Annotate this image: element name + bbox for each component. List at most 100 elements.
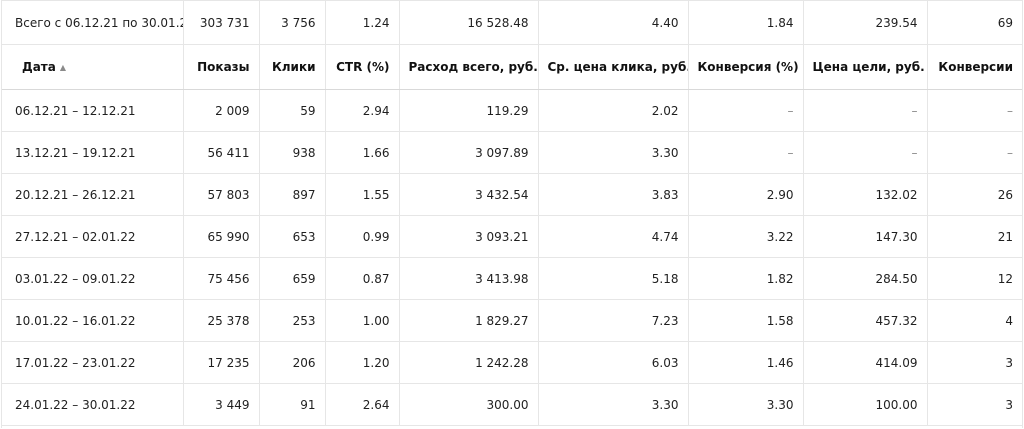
cell-impressions: 25 378 <box>183 299 260 342</box>
cell-spend: 1 829.27 <box>399 299 539 342</box>
cell-goal-cost: 100.00 <box>803 383 928 426</box>
cell-avg-cpc: 3.30 <box>538 131 689 174</box>
statistics-table-container: Всего с 06.12.21 по 30.01.22 303 731 3 7… <box>1 0 1023 428</box>
cell-clicks: 253 <box>259 299 326 342</box>
column-header-date-label: Дата <box>22 60 56 74</box>
cell-avg-cpc: 6.03 <box>538 341 689 384</box>
column-header-impressions[interactable]: Показы <box>183 44 260 90</box>
table-row: 24.01.22 – 30.01.22 3 449 91 2.64 300.00 3.30… <box>2 383 1022 426</box>
cell-date: 10.01.22 – 16.01.22 <box>2 299 184 342</box>
table-body: 06.12.21 – 12.12.21 2 009 59 2.94 119.29 2.02… <box>2 89 1022 426</box>
cell-conversions: 12 <box>927 257 1022 300</box>
column-header-clicks[interactable]: Клики <box>259 44 326 90</box>
column-header-spend[interactable]: Расход всего, руб. <box>399 44 539 90</box>
column-header-date[interactable]: Дата ▲ <box>2 44 184 90</box>
cell-clicks: 59 <box>259 89 326 132</box>
total-avg-cpc: 4.40 <box>538 1 689 45</box>
cell-ctr: 1.20 <box>325 341 400 384</box>
cell-ctr: 2.94 <box>325 89 400 132</box>
column-header-ctr[interactable]: CTR (%) <box>325 44 400 90</box>
table-row: 17.01.22 – 23.01.22 17 235 206 1.20 1 242.28… <box>2 341 1022 384</box>
total-label: Всего с 06.12.21 по 30.01.22 <box>2 1 184 45</box>
cell-avg-cpc: 7.23 <box>538 299 689 342</box>
cell-impressions: 75 456 <box>183 257 260 300</box>
cell-conversions: 3 <box>927 383 1022 426</box>
cell-goal-cost: – <box>803 131 928 174</box>
cell-avg-cpc: 2.02 <box>538 89 689 132</box>
cell-clicks: 659 <box>259 257 326 300</box>
cell-goal-cost: 457.32 <box>803 299 928 342</box>
column-header-goal-cost[interactable]: Цена цели, руб. <box>803 44 928 90</box>
cell-impressions: 2 009 <box>183 89 260 132</box>
cell-goal-cost: 147.30 <box>803 215 928 258</box>
cell-conversion-rate: 1.82 <box>688 257 804 300</box>
column-header-conversion-rate[interactable]: Конверсия (%) <box>688 44 804 90</box>
cell-spend: 119.29 <box>399 89 539 132</box>
cell-conversions: 3 <box>927 341 1022 384</box>
cell-goal-cost: 284.50 <box>803 257 928 300</box>
table-header-row: Дата ▲ Показы Клики CTR (%) Расход всего,… <box>2 44 1022 90</box>
cell-goal-cost: 132.02 <box>803 173 928 216</box>
cell-spend: 3 097.89 <box>399 131 539 174</box>
column-header-avg-cpc[interactable]: Ср. цена клика, руб. <box>538 44 689 90</box>
cell-date: 03.01.22 – 09.01.22 <box>2 257 184 300</box>
cell-spend: 1 242.28 <box>399 341 539 384</box>
total-goal-cost: 239.54 <box>803 1 928 45</box>
total-ctr: 1.24 <box>325 1 400 45</box>
table-row: 03.01.22 – 09.01.22 75 456 659 0.87 3 413.98… <box>2 257 1022 300</box>
cell-conversion-rate: – <box>688 131 804 174</box>
total-row: Всего с 06.12.21 по 30.01.22 303 731 3 7… <box>2 1 1022 45</box>
cell-avg-cpc: 3.83 <box>538 173 689 216</box>
cell-conversion-rate: 1.46 <box>688 341 804 384</box>
cell-date: 24.01.22 – 30.01.22 <box>2 383 184 426</box>
total-conversion-rate: 1.84 <box>688 1 804 45</box>
cell-clicks: 206 <box>259 341 326 384</box>
table-row: 13.12.21 – 19.12.21 56 411 938 1.66 3 097.89… <box>2 131 1022 174</box>
table-row: 20.12.21 – 26.12.21 57 803 897 1.55 3 432.54… <box>2 173 1022 216</box>
cell-ctr: 0.99 <box>325 215 400 258</box>
total-clicks: 3 756 <box>259 1 326 45</box>
total-conversions: 69 <box>927 1 1022 45</box>
cell-date: 17.01.22 – 23.01.22 <box>2 341 184 384</box>
cell-conversion-rate: 1.58 <box>688 299 804 342</box>
cell-conversion-rate: – <box>688 89 804 132</box>
cell-clicks: 653 <box>259 215 326 258</box>
sort-ascending-icon[interactable]: ▲ <box>60 63 66 72</box>
total-spend: 16 528.48 <box>399 1 539 45</box>
column-header-conversions[interactable]: Конверсии <box>927 44 1022 90</box>
table-row: 27.12.21 – 02.01.22 65 990 653 0.99 3 093.21… <box>2 215 1022 258</box>
cell-goal-cost: 414.09 <box>803 341 928 384</box>
cell-date: 20.12.21 – 26.12.21 <box>2 173 184 216</box>
total-impressions: 303 731 <box>183 1 260 45</box>
cell-avg-cpc: 4.74 <box>538 215 689 258</box>
cell-spend: 3 413.98 <box>399 257 539 300</box>
cell-clicks: 897 <box>259 173 326 216</box>
cell-avg-cpc: 5.18 <box>538 257 689 300</box>
cell-ctr: 1.66 <box>325 131 400 174</box>
cell-conversion-rate: 2.90 <box>688 173 804 216</box>
cell-ctr: 1.00 <box>325 299 400 342</box>
cell-conversion-rate: 3.30 <box>688 383 804 426</box>
cell-conversions: 21 <box>927 215 1022 258</box>
cell-spend: 3 093.21 <box>399 215 539 258</box>
cell-date: 27.12.21 – 02.01.22 <box>2 215 184 258</box>
cell-clicks: 938 <box>259 131 326 174</box>
cell-ctr: 2.64 <box>325 383 400 426</box>
cell-date: 06.12.21 – 12.12.21 <box>2 89 184 132</box>
cell-date: 13.12.21 – 19.12.21 <box>2 131 184 174</box>
cell-conversions: – <box>927 89 1022 132</box>
cell-ctr: 0.87 <box>325 257 400 300</box>
cell-impressions: 57 803 <box>183 173 260 216</box>
cell-spend: 300.00 <box>399 383 539 426</box>
cell-spend: 3 432.54 <box>399 173 539 216</box>
statistics-table: Всего с 06.12.21 по 30.01.22 303 731 3 7… <box>2 1 1022 426</box>
cell-impressions: 56 411 <box>183 131 260 174</box>
cell-clicks: 91 <box>259 383 326 426</box>
table-row: 10.01.22 – 16.01.22 25 378 253 1.00 1 829.27… <box>2 299 1022 342</box>
cell-conversions: 4 <box>927 299 1022 342</box>
cell-impressions: 17 235 <box>183 341 260 384</box>
cell-conversion-rate: 3.22 <box>688 215 804 258</box>
cell-ctr: 1.55 <box>325 173 400 216</box>
cell-goal-cost: – <box>803 89 928 132</box>
cell-avg-cpc: 3.30 <box>538 383 689 426</box>
